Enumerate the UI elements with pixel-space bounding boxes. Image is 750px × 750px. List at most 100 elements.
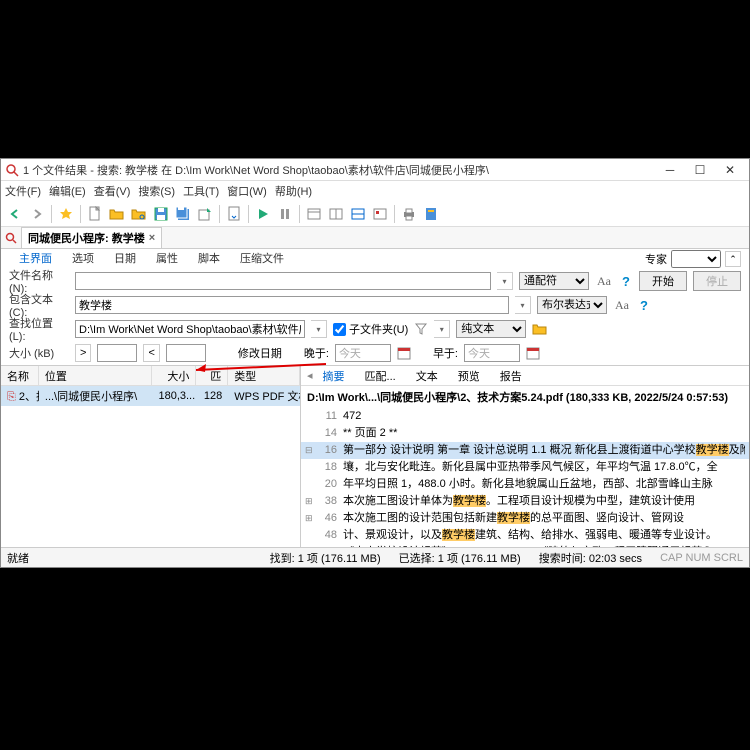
menu-search[interactable]: 搜索(S) [138, 183, 175, 199]
window-title: 1 个文件结果 - 搜索: 教学楼 在 D:\Im Work\Net Word … [23, 162, 655, 178]
preview-pane: ◂ 摘要 匹配... 文本 预览 报告 D:\Im Work\...\同城便民小… [301, 366, 749, 547]
status-ready: 就绪 [7, 550, 29, 566]
titlebar: 1 个文件结果 - 搜索: 教学楼 在 D:\Im Work\Net Word … [1, 159, 749, 181]
subtab-attrs[interactable]: 属性 [146, 248, 188, 270]
app-window: 1 个文件结果 - 搜索: 教学楼 在 D:\Im Work\Net Word … [0, 158, 750, 568]
earlier-label: 早于: [433, 345, 458, 361]
date-before-input[interactable] [464, 344, 520, 362]
export-icon[interactable] [195, 204, 215, 224]
start-button[interactable]: 开始 [639, 271, 687, 291]
nav-fwd-button[interactable] [27, 204, 47, 224]
subtab-script[interactable]: 脚本 [188, 248, 230, 270]
save-icon[interactable] [151, 204, 171, 224]
subfolders-checkbox[interactable]: 子文件夹(U) [333, 321, 408, 337]
view3-icon[interactable] [348, 204, 368, 224]
status-found: 找到: 1 项 (176.11 MB) [270, 550, 381, 566]
case-icon[interactable]: Aa [595, 274, 613, 289]
nav-back-button[interactable] [5, 204, 25, 224]
view1-icon[interactable] [304, 204, 324, 224]
ptab-summary[interactable]: 摘要 [313, 366, 355, 386]
bool-select[interactable]: 布尔表达式 [537, 296, 607, 314]
menu-window[interactable]: 窗口(W) [227, 183, 267, 199]
minimize-button[interactable]: ─ [655, 160, 685, 180]
wildcard-select[interactable]: 通配符 [519, 272, 589, 290]
ptab-matches[interactable]: 匹配... [355, 366, 406, 386]
print-icon[interactable] [399, 204, 419, 224]
menu-help[interactable]: 帮助(H) [275, 183, 312, 199]
preview-line[interactable]: 20年平均日照 1，488.0 小时。新化县地貌属山丘盆地，西部、北部雪峰山主脉 [301, 476, 749, 493]
filename-input[interactable] [75, 272, 491, 290]
menu-view[interactable]: 查看(V) [94, 183, 131, 199]
preview-line[interactable]: 48计、景观设计，以及教学楼建筑、结构、给排水、强弱电、暖通等专业设计。 [301, 527, 749, 544]
search-tab-icon [5, 232, 17, 244]
cal-icon-1[interactable] [397, 346, 411, 360]
col-name[interactable]: 名称 [1, 366, 39, 385]
col-location[interactable]: 位置 [39, 366, 153, 385]
col-size[interactable]: 大小 [152, 366, 196, 385]
preview-line[interactable]: 11472 [301, 408, 749, 425]
size-max-input[interactable] [166, 344, 206, 362]
tab-close-icon[interactable]: × [149, 232, 155, 244]
explorer-icon[interactable] [129, 204, 149, 224]
menu-tools[interactable]: 工具(T) [183, 183, 219, 199]
subtab-date[interactable]: 日期 [104, 248, 146, 270]
contains-history-dd[interactable]: ▾ [515, 296, 531, 314]
size-label: 大小 (kB) [9, 345, 69, 361]
preview-line[interactable]: ⊟16第一部分 设计说明 第一章 设计总说明 1.1 概况 新化县上渡街道中心学… [301, 442, 749, 459]
ptab-preview[interactable]: 预览 [448, 366, 490, 386]
contains-input[interactable] [75, 296, 509, 314]
subtab-archive[interactable]: 压缩文件 [230, 248, 294, 270]
ptab-text[interactable]: 文本 [406, 366, 448, 386]
results-list-pane: 名称 位置 大小 匹配 类型 ⎘ 2、技术方案... ...\同城便民小程序\ … [1, 366, 301, 547]
preview-line[interactable]: 18壤，北与安化毗连。新化县属中亚热带季风气候区，年平均气温 17.8.0℃，全 [301, 459, 749, 476]
app-icon [5, 163, 19, 177]
open-folder-icon[interactable] [107, 204, 127, 224]
location-label: 查找位置(L): [9, 315, 69, 343]
filename-history-dd[interactable]: ▾ [497, 272, 513, 290]
ptab-report[interactable]: 报告 [490, 366, 532, 386]
col-match[interactable]: 匹配 [196, 366, 228, 385]
run-icon[interactable] [253, 204, 273, 224]
preview-line[interactable]: ⊞38本次施工图设计单体为教学楼。工程项目设计规模为中型，建筑设计使用 [301, 493, 749, 510]
location-input[interactable] [75, 320, 305, 338]
page-nav-icon[interactable] [224, 204, 244, 224]
preview-line[interactable]: ⊞46本次施工图的设计范围包括新建教学楼的总平面图、竖向设计、管网设 [301, 510, 749, 527]
date-after-input[interactable] [335, 344, 391, 362]
preview-filepath: D:\Im Work\...\同城便民小程序\2、技术方案5.24.pdf (1… [301, 386, 749, 408]
preview-tabs: ◂ 摘要 匹配... 文本 预览 报告 [301, 366, 749, 386]
new-doc-icon[interactable] [85, 204, 105, 224]
close-button[interactable]: ✕ [715, 160, 745, 180]
preview-line[interactable]: 14** 页面 2 ** [301, 425, 749, 442]
save-all-icon[interactable] [173, 204, 193, 224]
pause-icon[interactable] [275, 204, 295, 224]
col-type[interactable]: 类型 [228, 366, 300, 385]
view2-icon[interactable] [326, 204, 346, 224]
view4-icon[interactable] [370, 204, 390, 224]
preview-text-body[interactable]: 1147214** 页面 2 **⊟16第一部分 设计说明 第一章 设计总说明 … [301, 408, 749, 547]
results-area: 名称 位置 大小 匹配 类型 ⎘ 2、技术方案... ...\同城便民小程序\ … [1, 366, 749, 547]
encoding-select[interactable]: 纯文本 [456, 320, 526, 338]
size-gt[interactable]: > [75, 344, 91, 362]
size-lt[interactable]: < [143, 344, 159, 362]
size-min-input[interactable] [97, 344, 137, 362]
menu-edit[interactable]: 编辑(E) [49, 183, 86, 199]
book-icon[interactable] [421, 204, 441, 224]
case-icon-2[interactable]: Aa [613, 298, 631, 313]
help-icon[interactable]: ? [619, 274, 633, 289]
collapse-panel-button[interactable]: ⌃ [725, 251, 741, 267]
expert-select[interactable] [671, 250, 721, 268]
favorite-icon[interactable] [56, 204, 76, 224]
filter-icon[interactable] [414, 322, 428, 336]
document-tabbar: 同城便民小程序: 教学楼 × [1, 227, 749, 249]
expert-label: 专家 [645, 251, 667, 267]
cal-icon-2[interactable] [526, 346, 540, 360]
result-row[interactable]: ⎘ 2、技术方案... ...\同城便民小程序\ 180,3... 128 WP… [1, 386, 300, 406]
search-panel: 主界面 选项 日期 属性 脚本 压缩文件 专家 ⌃ 文件名称(N): ▾ 通配符… [1, 249, 749, 366]
status-selected: 已选择: 1 项 (176.11 MB) [399, 550, 521, 566]
maximize-button[interactable]: ☐ [685, 160, 715, 180]
browse-folder-icon[interactable] [532, 322, 548, 336]
location-dd[interactable]: ▾ [311, 320, 327, 338]
help-icon-2[interactable]: ? [637, 298, 651, 313]
menu-file[interactable]: 文件(F) [5, 183, 41, 199]
search-tab[interactable]: 同城便民小程序: 教学楼 × [21, 227, 162, 248]
